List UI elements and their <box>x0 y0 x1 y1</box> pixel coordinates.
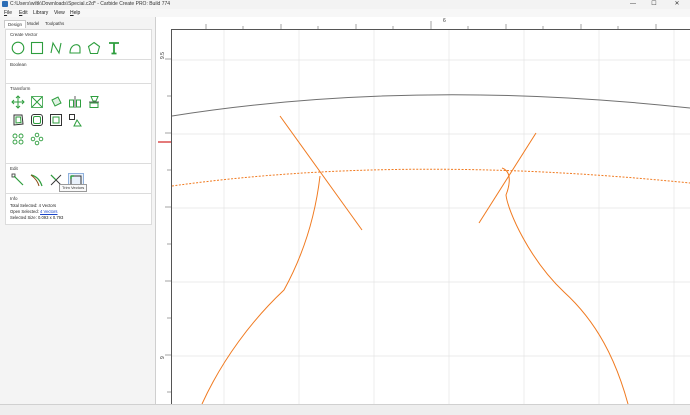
left-diagonal-line[interactable] <box>279 115 363 231</box>
total-selected-label: Total Selected: <box>10 203 38 208</box>
total-selected: Total Selected: 4 Vectors <box>10 203 56 208</box>
horizontal-ruler-ticks <box>205 21 657 29</box>
tab-model[interactable]: Model <box>24 20 42 27</box>
menu-file-rest: ile <box>7 10 13 16</box>
menu-library[interactable]: Library <box>33 10 48 16</box>
open-selected: Open Selected: 4 Vectors <box>10 209 58 214</box>
app-icon <box>2 1 8 7</box>
left-panel: Design Model Toolpaths Create Vector Boo… <box>0 17 156 404</box>
menu-edit[interactable]: Edit <box>19 10 28 16</box>
menu-file[interactable]: File <box>4 10 12 16</box>
create-vector-section: Create Vector <box>5 29 152 61</box>
menu-edit-rest: dit <box>22 10 28 16</box>
v-ruler-label-top: 9.5 <box>160 52 166 59</box>
circular-array-icon[interactable] <box>30 132 44 146</box>
edit-title: Edit <box>10 166 18 171</box>
minimize-button[interactable]: — <box>624 0 642 9</box>
join-icon[interactable] <box>30 173 44 187</box>
trim-vectors-tooltip: Trim Vectors <box>59 184 88 192</box>
drawing-area[interactable] <box>172 30 690 404</box>
offset-icon[interactable] <box>11 113 25 127</box>
window-title: C:\Users\wiltk\Downloads\Special.c2d* - … <box>10 1 171 7</box>
total-selected-value: 4 Vectors <box>38 203 57 208</box>
outer-grey-curve[interactable] <box>172 94 690 117</box>
move-icon[interactable] <box>11 95 25 109</box>
dashed-orange-arc[interactable] <box>172 168 690 187</box>
vertical-ruler-ticks <box>158 58 171 393</box>
close-button[interactable]: ✕ <box>668 0 686 9</box>
open-selected-link[interactable]: 4 Vectors <box>40 209 57 214</box>
tab-toolpaths[interactable]: Toolpaths <box>42 20 67 27</box>
horizontal-ruler: 6 <box>171 17 690 30</box>
selected-size: Selected Size: 0.093 x 0.793 <box>10 215 63 220</box>
tab-design[interactable]: Design <box>4 20 27 28</box>
transform-section: Transform <box>5 83 152 165</box>
circle-icon[interactable] <box>11 41 25 55</box>
grid <box>172 30 690 404</box>
ruler-corner <box>156 17 171 29</box>
polygon-icon[interactable] <box>87 41 101 55</box>
left-body-curve[interactable] <box>201 175 321 404</box>
menu-bar: File Edit Library View Help <box>0 9 690 17</box>
boolean-title: Boolean <box>10 62 27 67</box>
create-vector-title: Create Vector <box>10 32 38 37</box>
array-icon[interactable] <box>11 132 25 146</box>
menu-help[interactable]: Help <box>70 10 80 16</box>
rounded-rectangle-icon[interactable] <box>30 113 44 127</box>
right-diagonal-line[interactable] <box>478 132 537 224</box>
info-title: Info <box>10 196 18 201</box>
v-ruler-label-bottom: 9 <box>160 356 166 359</box>
right-body-curve[interactable] <box>501 167 629 404</box>
node-transform-icon[interactable] <box>68 113 82 127</box>
align-icon[interactable] <box>87 95 101 109</box>
curve-icon[interactable] <box>68 41 82 55</box>
node-edit-icon[interactable] <box>11 173 25 187</box>
status-bar <box>0 404 690 415</box>
rotate-icon[interactable] <box>49 95 63 109</box>
selected-size-value: 0.093 x 0.793 <box>37 215 64 220</box>
boolean-section: Boolean <box>5 59 152 85</box>
design-canvas[interactable]: 6 9.5 9 <box>156 17 690 404</box>
inner-offset-icon[interactable] <box>49 113 63 127</box>
selected-size-label: Selected Size: <box>10 215 37 220</box>
menu-view[interactable]: View <box>54 10 65 16</box>
open-selected-label: Open Selected: <box>10 209 39 214</box>
polyline-icon[interactable] <box>49 41 63 55</box>
menu-help-rest: elp <box>73 10 81 16</box>
transform-title: Transform <box>10 86 31 91</box>
scale-icon[interactable] <box>30 95 44 109</box>
rectangle-icon[interactable] <box>30 41 44 55</box>
text-icon[interactable] <box>107 41 121 55</box>
title-bar: C:\Users\wiltk\Downloads\Special.c2d* - … <box>0 0 690 9</box>
info-section: Info Total Selected: 4 Vectors Open Sele… <box>5 193 152 225</box>
h-ruler-label: 6 <box>443 18 446 24</box>
vertical-ruler: 9.5 9 <box>156 29 172 404</box>
maximize-button[interactable]: ☐ <box>645 0 663 9</box>
mirror-icon[interactable] <box>68 95 82 109</box>
